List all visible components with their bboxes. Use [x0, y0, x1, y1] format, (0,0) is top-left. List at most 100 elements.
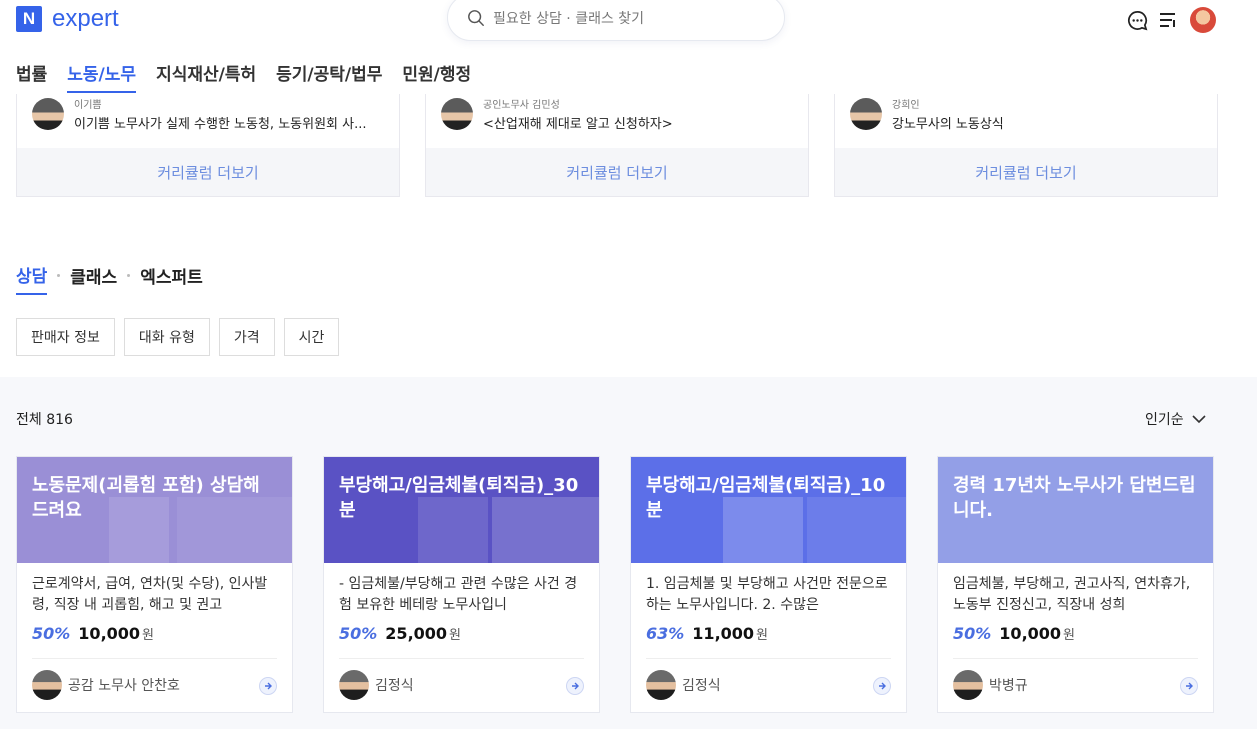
- filter-chat-type[interactable]: 대화 유형: [123, 318, 210, 356]
- tab-class[interactable]: 클래스: [70, 263, 117, 294]
- discount-rate: 50%: [339, 624, 378, 643]
- seller-avatar: [339, 670, 369, 700]
- card-price: 50% 25,000 원: [339, 624, 461, 643]
- card-title[interactable]: 부당해고/임금체불(퇴직금)_30분: [339, 473, 584, 523]
- card-hero: 부당해고/임금체불(퇴직금)_30분: [324, 457, 599, 563]
- logo-text: expert: [52, 5, 119, 32]
- card-seller: 공감 노무사 안찬호: [32, 670, 180, 700]
- sort-dropdown[interactable]: 인기순: [1145, 409, 1206, 429]
- price-unit: 원: [756, 628, 769, 643]
- card-title[interactable]: 노동문제(괴롭힘 포함) 상담해 드려요: [32, 473, 277, 523]
- price-unit: 원: [142, 628, 155, 643]
- discount-rate: 63%: [646, 624, 685, 643]
- seller-name[interactable]: 김정식: [682, 675, 721, 695]
- arrow-right-icon[interactable]: [873, 677, 891, 695]
- curriculum-list: 이기쁨 이기쁨 노무사가 실제 수행한 노동청, 노동위원회 사... 커리큘럼…: [16, 94, 1218, 197]
- curriculum-title[interactable]: <산업재해 제대로 알고 신청하자>: [483, 113, 673, 132]
- product-card[interactable]: 경력 17년차 노무사가 답변드립니다. 임금체불, 부당해고, 권고사직, 연…: [937, 456, 1214, 713]
- category-tab-admin[interactable]: 민원/행정: [402, 60, 471, 93]
- tab-expert[interactable]: 엑스퍼트: [140, 263, 203, 294]
- content-type-tabs: 상담 클래스 엑스퍼트: [16, 262, 203, 295]
- card-price: 50% 10,000 원: [32, 624, 154, 643]
- product-card-list: 노동문제(괴롭힘 포함) 상담해 드려요 근로계약서, 급여, 연차(및 수당)…: [16, 456, 1214, 713]
- category-tab-law[interactable]: 법률: [16, 60, 47, 93]
- search-input[interactable]: 필요한 상담 · 클래스 찾기: [493, 8, 644, 28]
- curriculum-card[interactable]: 공인노무사 김민성 <산업재해 제대로 알고 신청하자> 커리큘럼 더보기: [425, 94, 809, 197]
- curriculum-card[interactable]: 강희인 강노무사의 노동상식 커리큘럼 더보기: [834, 94, 1218, 197]
- curriculum-more-button[interactable]: 커리큘럼 더보기: [17, 148, 399, 196]
- separator-dot: [127, 274, 131, 277]
- curriculum-card[interactable]: 이기쁨 이기쁨 노무사가 실제 수행한 노동청, 노동위원회 사... 커리큘럼…: [16, 94, 400, 197]
- curriculum-more-button[interactable]: 커리큘럼 더보기: [426, 148, 808, 196]
- card-price: 63% 11,000 원: [646, 624, 768, 643]
- logo-mark: N: [16, 6, 42, 32]
- chat-icon[interactable]: [1126, 9, 1148, 31]
- tab-consultation[interactable]: 상담: [16, 262, 48, 295]
- filter-seller-info[interactable]: 판매자 정보: [16, 318, 115, 356]
- price-value: 25,000: [385, 624, 448, 643]
- price-value: 10,000: [78, 624, 141, 643]
- card-description: - 임금체불/부당해고 관련 수많은 사건 경험 보유한 베테랑 노무사입니: [339, 576, 578, 613]
- sort-label: 인기순: [1145, 412, 1184, 428]
- menu-icon[interactable]: [1158, 9, 1180, 31]
- curriculum-more-button[interactable]: 커리큘럼 더보기: [835, 148, 1217, 196]
- price-value: 11,000: [692, 624, 755, 643]
- price-unit: 원: [449, 628, 462, 643]
- total-count: 전체 816: [16, 412, 73, 428]
- product-card[interactable]: 부당해고/임금체불(퇴직금)_10분 1. 임금체불 및 부당해고 사건만 전문…: [630, 456, 907, 713]
- card-title[interactable]: 부당해고/임금체불(퇴직금)_10분: [646, 473, 891, 523]
- chevron-down-icon: [1192, 414, 1206, 423]
- card-description: 근로계약서, 급여, 연차(및 수당), 인사발령, 직장 내 괴롭힘, 해고 …: [32, 576, 268, 613]
- card-seller: 김정식: [646, 670, 721, 700]
- product-card[interactable]: 노동문제(괴롭힘 포함) 상담해 드려요 근로계약서, 급여, 연차(및 수당)…: [16, 456, 293, 713]
- price-value: 10,000: [999, 624, 1062, 643]
- author-avatar: [441, 98, 473, 130]
- product-card[interactable]: 부당해고/임금체불(퇴직금)_30분 - 임금체불/부당해고 관련 수많은 사건…: [323, 456, 600, 713]
- divider: [953, 658, 1198, 659]
- arrow-right-icon[interactable]: [566, 677, 584, 695]
- card-title[interactable]: 경력 17년차 노무사가 답변드립니다.: [953, 473, 1198, 523]
- user-avatar[interactable]: [1190, 7, 1216, 33]
- card-seller: 김정식: [339, 670, 414, 700]
- separator-dot: [57, 274, 61, 277]
- discount-rate: 50%: [953, 624, 992, 643]
- author-name: 이기쁨: [74, 100, 102, 111]
- divider: [646, 658, 891, 659]
- category-tab-labor[interactable]: 노동/노무: [67, 60, 137, 93]
- seller-name[interactable]: 공감 노무사 안찬호: [68, 675, 180, 695]
- seller-name[interactable]: 김정식: [375, 675, 414, 695]
- price-unit: 원: [1063, 628, 1076, 643]
- card-price: 50% 10,000 원: [953, 624, 1075, 643]
- seller-avatar: [32, 670, 62, 700]
- curriculum-author: 이기쁨 이기쁨 노무사가 실제 수행한 노동청, 노동위원회 사...: [32, 96, 366, 132]
- seller-name[interactable]: 박병규: [989, 675, 1028, 695]
- seller-avatar: [953, 670, 983, 700]
- filter-bar: 판매자 정보 대화 유형 가격 시간: [16, 318, 340, 356]
- card-seller: 박병규: [953, 670, 1028, 700]
- category-tab-registry[interactable]: 등기/공탁/법무: [276, 60, 382, 93]
- curriculum-author: 공인노무사 김민성 <산업재해 제대로 알고 신청하자>: [441, 96, 673, 132]
- author-name: 강희인: [892, 100, 920, 111]
- filter-time[interactable]: 시간: [283, 318, 340, 356]
- curriculum-title[interactable]: 이기쁨 노무사가 실제 수행한 노동청, 노동위원회 사...: [74, 113, 366, 132]
- author-avatar: [850, 98, 882, 130]
- card-description: 임금체불, 부당해고, 권고사직, 연차휴가, 노동부 진정신고, 직장내 성희: [953, 576, 1191, 613]
- logo[interactable]: N expert: [16, 5, 119, 33]
- curriculum-author: 강희인 강노무사의 노동상식: [850, 96, 1004, 132]
- category-tab-ip[interactable]: 지식재산/특허: [156, 60, 256, 93]
- curriculum-title[interactable]: 강노무사의 노동상식: [892, 113, 1004, 132]
- header: N expert 필요한 상담 · 클래스 찾기: [0, 0, 1257, 42]
- category-nav: 법률 노동/노무 지식재산/특허 등기/공탁/법무 민원/행정: [16, 60, 471, 93]
- arrow-right-icon[interactable]: [1180, 677, 1198, 695]
- card-hero: 경력 17년차 노무사가 답변드립니다.: [938, 457, 1213, 563]
- search-icon: [468, 9, 484, 26]
- discount-rate: 50%: [32, 624, 71, 643]
- header-actions: [1126, 7, 1216, 33]
- filter-price[interactable]: 가격: [218, 318, 275, 356]
- divider: [32, 658, 277, 659]
- author-name: 공인노무사 김민성: [483, 100, 560, 111]
- search-bar[interactable]: 필요한 상담 · 클래스 찾기: [447, 0, 785, 41]
- divider: [339, 658, 584, 659]
- author-avatar: [32, 98, 64, 130]
- arrow-right-icon[interactable]: [259, 677, 277, 695]
